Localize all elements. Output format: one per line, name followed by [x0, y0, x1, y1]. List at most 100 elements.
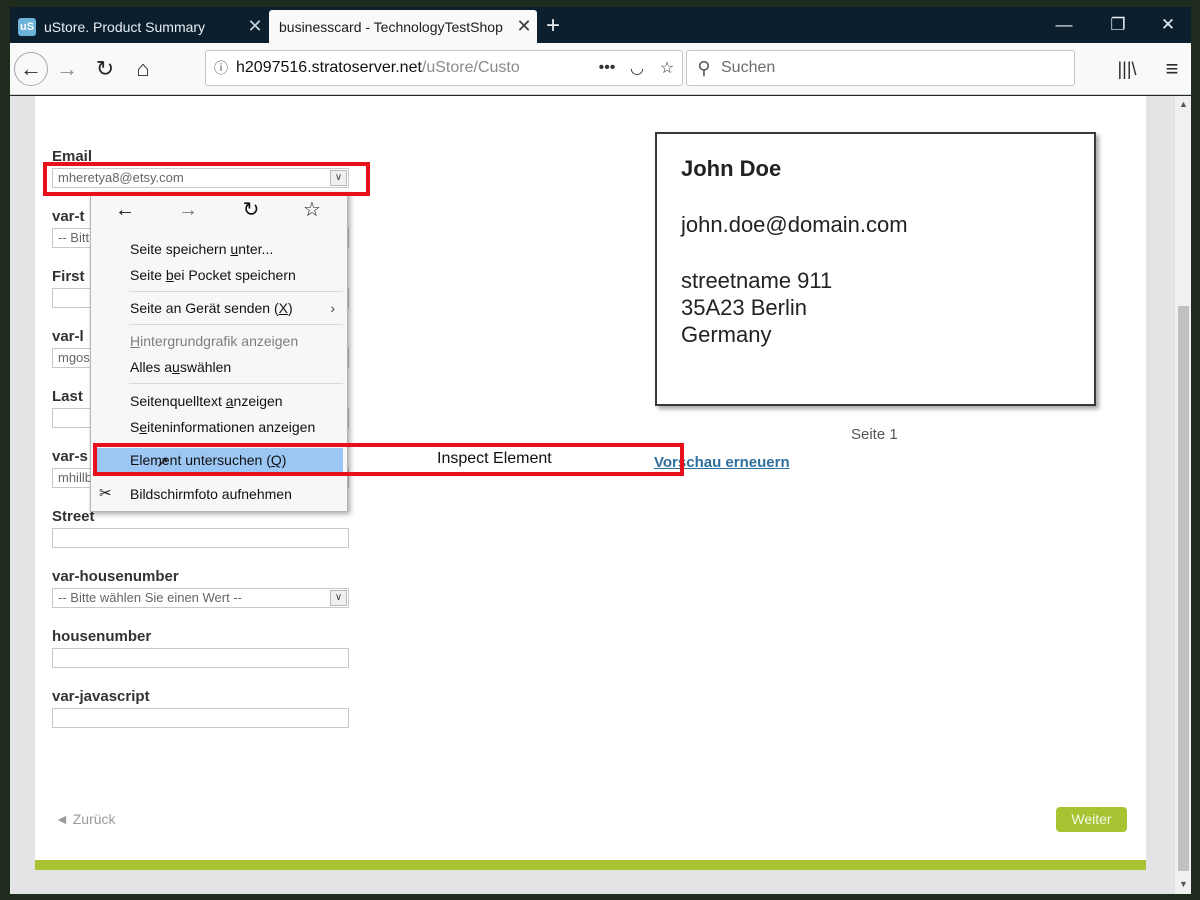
chevron-down-icon[interactable]: ∨ — [330, 590, 347, 606]
hamburger-menu-icon[interactable]: ≡ — [1155, 53, 1189, 85]
library-icon[interactable]: |||\ — [1110, 53, 1144, 85]
ustore-favicon-icon: uS — [18, 17, 36, 36]
window-restore-button[interactable]: ❐ — [1098, 13, 1138, 39]
tab-close-icon[interactable]: ✕ — [511, 16, 537, 37]
ctx-page-info[interactable]: Seiteninformationen anzeigen — [91, 415, 347, 439]
var-street-value: mhillb — [58, 470, 92, 485]
new-tab-button[interactable]: + — [538, 13, 568, 41]
ctx-take-screenshot[interactable]: ✂ Bildschirmfoto aufnehmen — [91, 482, 347, 506]
url-path: /uStore/Custo — [421, 59, 520, 76]
ctx-text: S — [130, 419, 140, 435]
ctx-separator — [129, 383, 343, 384]
url-text[interactable]: h2097516.stratoserver.net/uStore/Custo — [236, 59, 592, 77]
next-button[interactable]: Weiter — [1056, 807, 1127, 832]
ctx-save-to-pocket[interactable]: Seite bei Pocket speichern — [91, 263, 347, 287]
tab-title: uStore. Product Summary — [44, 18, 206, 35]
context-bookmark-icon[interactable]: ☆ — [297, 197, 327, 223]
street-label: Street — [52, 508, 95, 525]
ctx-text: Seite an Gerät senden ( — [130, 300, 279, 316]
ctx-text: swählen — [179, 359, 232, 375]
ctx-separator — [129, 291, 343, 292]
vertical-scrollbar[interactable]: ▲ ▼ — [1174, 96, 1191, 894]
search-placeholder: Suchen — [721, 59, 776, 76]
last-name-label: Last — [52, 388, 83, 405]
ctx-text: ei Pocket speichern — [173, 267, 296, 283]
page-bottom-bar — [35, 860, 1146, 870]
back-button[interactable]: ← — [14, 52, 48, 86]
email-highlight-box — [43, 162, 370, 196]
card-name: John Doe — [681, 156, 782, 181]
search-bar[interactable]: ⚲ Suchen — [686, 50, 1075, 86]
card-city: 35A23 Berlin — [681, 295, 807, 320]
var-housenumber-select[interactable]: -- Bitte wählen Sie einen Wert -- ∨ — [52, 588, 349, 608]
window-minimize-button[interactable]: — — [1044, 13, 1084, 39]
scroll-up-arrow-icon[interactable]: ▲ — [1175, 96, 1192, 113]
housenumber-label: housenumber — [52, 628, 152, 645]
ctx-send-to-device[interactable]: Seite an Gerät senden (X) › — [91, 296, 347, 320]
ctx-show-background: Hintergrundgrafik anzeigen — [91, 329, 347, 353]
forward-button[interactable]: → — [50, 53, 84, 85]
var-housenumber-value: -- Bitte wählen Sie einen Wert -- — [58, 590, 242, 605]
card-street: streetname 911 — [681, 268, 833, 293]
url-bar[interactable]: ⓘ h2097516.stratoserver.net/uStore/Custo… — [205, 50, 683, 86]
var-javascript-input[interactable] — [52, 708, 349, 728]
search-icon: ⚲ — [697, 57, 711, 78]
ctx-accesskey: a — [225, 393, 234, 409]
bookmark-star-icon[interactable]: ☆ — [652, 58, 682, 78]
inspect-element-annotation-label: Inspect Element — [437, 450, 552, 467]
card-country: Germany — [681, 322, 772, 347]
ctx-view-source[interactable]: Seitenquelltext anzeigen — [91, 389, 347, 413]
tab-title: businesscard - TechnologyTestShop — [279, 18, 503, 35]
inspect-element-highlight-box — [93, 443, 684, 476]
ctx-accesskey: e — [139, 419, 148, 435]
site-info-icon[interactable]: ⓘ — [206, 58, 236, 78]
page-indicator: Seite 1 — [851, 426, 898, 443]
navigation-bar: ← → ↻ ⌂ ⓘ h2097516.stratoserver.net/uSto… — [10, 43, 1191, 95]
ctx-text: nzeigen — [233, 393, 283, 409]
var-last-value: mgos — [58, 350, 90, 365]
window-close-button[interactable]: ✕ — [1148, 13, 1188, 39]
url-host: h2097516.stratoserver.net — [236, 59, 422, 76]
var-housenumber-label: var-housenumber — [52, 568, 179, 585]
street-input[interactable] — [52, 528, 349, 548]
submenu-arrow-icon: › — [330, 300, 335, 316]
ctx-text: Alles a — [130, 359, 173, 375]
var-street-label: var-s — [52, 448, 88, 465]
page-actions-icon[interactable]: ••• — [592, 59, 622, 77]
ctx-save-page[interactable]: Seite speichern unter... — [91, 237, 347, 261]
var-javascript-label: var-javascript — [52, 688, 150, 705]
scroll-down-arrow-icon[interactable]: ▼ — [1175, 876, 1192, 893]
first-name-label: First — [52, 268, 85, 285]
ctx-text: nter... — [238, 241, 274, 257]
var-title-label: var-t — [52, 208, 85, 225]
tab-ustore-product-summary[interactable]: uS uStore. Product Summary ✕ — [10, 10, 268, 43]
housenumber-input[interactable] — [52, 648, 349, 668]
card-email: john.doe@domain.com — [681, 212, 908, 237]
ctx-accesskey: b — [165, 267, 174, 283]
context-back-icon[interactable]: ← — [110, 197, 140, 223]
ctx-text: Seitenquelltext — [130, 393, 226, 409]
pocket-icon[interactable]: ◡ — [622, 58, 652, 78]
context-reload-icon[interactable]: ↻ — [236, 197, 266, 223]
ctx-accesskey: u — [172, 359, 180, 375]
tab-close-icon[interactable]: ✕ — [242, 16, 268, 37]
home-button[interactable]: ⌂ — [126, 53, 160, 85]
context-forward-icon[interactable]: → — [173, 197, 203, 223]
reload-button[interactable]: ↻ — [88, 53, 122, 85]
ctx-text: Seite — [130, 267, 166, 283]
ctx-text: Seite speichern — [130, 241, 231, 257]
ctx-accesskey: X — [278, 300, 288, 316]
context-menu-nav-row: ← → ↻ ☆ — [91, 193, 347, 227]
screenshot-scissors-icon: ✂ — [99, 485, 112, 502]
ctx-text: intergrundgrafik anzeigen — [140, 333, 299, 349]
tab-bar: uS uStore. Product Summary ✕ businesscar… — [10, 7, 1191, 43]
ctx-text: ) — [288, 300, 293, 316]
ctx-text: Bildschirmfoto aufnehmen — [130, 486, 292, 502]
back-link[interactable]: ◄ Zurück — [55, 811, 116, 827]
var-title-value: -- Bitt — [58, 230, 90, 245]
tab-businesscard[interactable]: businesscard - TechnologyTestShop ✕ — [269, 10, 537, 43]
scrollbar-thumb[interactable] — [1178, 306, 1189, 871]
ctx-separator — [129, 324, 343, 325]
var-last-label: var-l — [52, 328, 84, 345]
ctx-select-all[interactable]: Alles auswählen — [91, 355, 347, 379]
